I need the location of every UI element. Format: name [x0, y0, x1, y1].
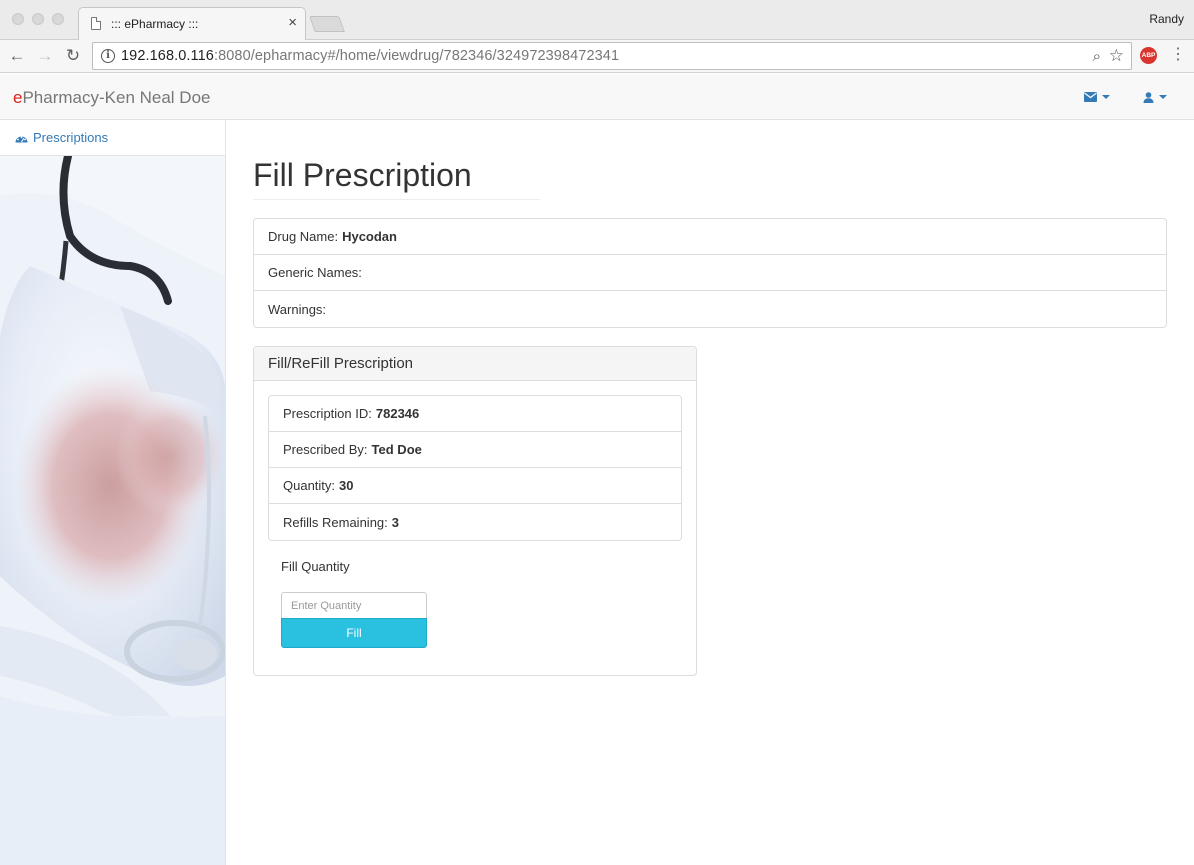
brand-link[interactable]: ePharmacy-Ken Neal Doe [13, 88, 211, 108]
forward-arrow-icon[interactable]: → [34, 45, 56, 67]
fill-prescription-panel: Fill/ReFill Prescription Prescription ID… [253, 346, 697, 676]
prescribed-by-row: Prescribed By: Ted Doe [269, 432, 681, 468]
prescription-id-label: Prescription ID: [283, 406, 372, 421]
bookmark-star-icon[interactable]: ☆ [1109, 46, 1124, 66]
sidebar: Prescriptions [0, 120, 226, 865]
sidebar-item-label: Prescriptions [33, 130, 109, 145]
panel-heading: Fill/ReFill Prescription [254, 347, 696, 381]
zoom-icon[interactable]: ⌕ [1093, 48, 1101, 65]
generic-names-label: Generic Names: [268, 265, 362, 280]
address-url[interactable]: 192.168.0.116:8080/epharmacy#/home/viewd… [121, 48, 619, 64]
stethoscope-glove-illustration [0, 156, 225, 865]
browser-tab-active[interactable]: ::: ePharmacy ::: × [78, 7, 306, 40]
chevron-down-icon [1102, 95, 1110, 99]
drug-name-label: Drug Name: [268, 229, 339, 244]
refills-remaining-label: Refills Remaining: [283, 514, 388, 530]
window-close-control[interactable] [12, 13, 24, 25]
prescribed-by-value: Ted Doe [371, 442, 422, 457]
prescription-id-value: 782346 [375, 406, 420, 421]
drug-name-value: Hycodan [342, 229, 397, 244]
brand-name: Pharmacy-Ken Neal Doe [22, 88, 211, 107]
prescribed-by-label: Prescribed By: [283, 442, 368, 457]
tab-close-icon[interactable]: × [288, 14, 297, 32]
user-icon [1143, 91, 1154, 103]
page-title: Fill Prescription [253, 157, 472, 193]
user-dropdown[interactable] [1143, 89, 1167, 105]
reload-icon[interactable]: ↻ [62, 45, 84, 67]
url-path: :8080/epharmacy#/home/viewdrug/782346/32… [213, 48, 620, 64]
fill-quantity-input[interactable] [281, 592, 427, 619]
chevron-down-icon [1159, 95, 1167, 99]
messages-dropdown[interactable] [1084, 89, 1110, 105]
quantity-value: 30 [339, 478, 354, 493]
dashboard-icon [15, 135, 28, 142]
app-navbar: ePharmacy-Ken Neal Doe [0, 74, 1194, 120]
browser-menu-icon[interactable]: ⋮ [1170, 44, 1186, 66]
window-zoom-control[interactable] [52, 13, 64, 25]
tab-title: ::: ePharmacy ::: [111, 17, 199, 31]
warnings-row: Warnings: [254, 291, 1166, 327]
adblock-extension-icon[interactable]: ABP [1140, 47, 1157, 64]
quantity-label: Quantity: [283, 478, 336, 493]
generic-names-row: Generic Names: [254, 255, 1166, 291]
fill-quantity-label: Fill Quantity [281, 559, 350, 574]
back-arrow-icon[interactable]: ← [6, 45, 28, 67]
fill-button[interactable]: Fill [281, 618, 427, 648]
refills-remaining-row: Refills Remaining: 3 [269, 504, 681, 540]
browser-profile-name[interactable]: Randy [1149, 12, 1184, 26]
prescription-id-row: Prescription ID: 782346 [269, 396, 681, 432]
envelope-icon [1084, 92, 1097, 102]
drug-info-list: Drug Name: Hycodan Generic Names: Warnin… [253, 218, 1167, 328]
url-host: 192.168.0.116 [121, 48, 214, 64]
browser-titlebar: ::: ePharmacy ::: × Randy [0, 0, 1194, 40]
quantity-row: Quantity: 30 [269, 468, 681, 504]
browser-toolbar: ← → ↻ i 192.168.0.116:8080/epharmacy#/ho… [0, 40, 1194, 73]
warnings-label: Warnings: [268, 301, 327, 317]
drug-name-row: Drug Name: Hycodan [254, 219, 1166, 255]
page-icon [91, 17, 101, 30]
refills-remaining-value: 3 [391, 514, 399, 530]
site-info-icon[interactable]: i [101, 49, 115, 63]
title-divider [253, 199, 540, 200]
window-minimize-control[interactable] [32, 13, 44, 25]
prescription-details-list: Prescription ID: 782346 Prescribed By: T… [268, 395, 682, 541]
sidebar-background-image [0, 156, 225, 865]
sidebar-item-prescriptions[interactable]: Prescriptions [0, 120, 225, 156]
new-tab-button[interactable] [309, 16, 345, 32]
address-bar[interactable]: i 192.168.0.116:8080/epharmacy#/home/vie… [92, 42, 1132, 70]
